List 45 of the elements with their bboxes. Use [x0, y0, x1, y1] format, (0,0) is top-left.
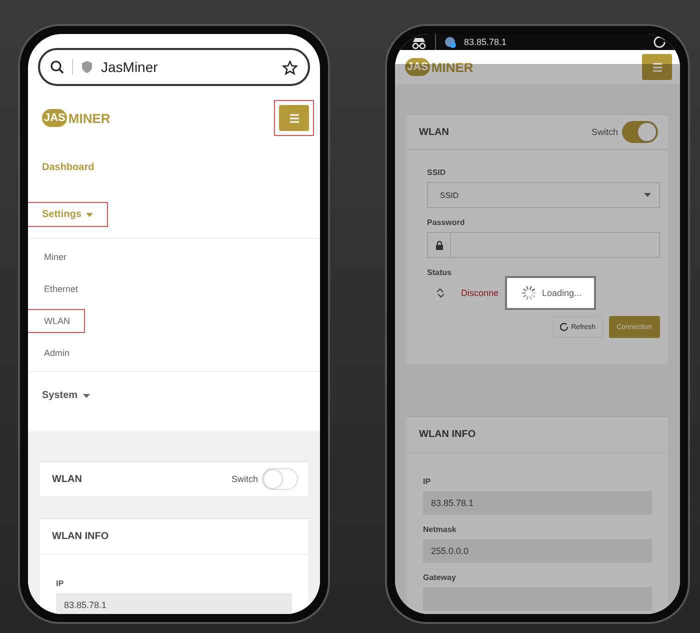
switch-label: Switch [591, 127, 618, 137]
search-icon [50, 60, 64, 74]
field-label: Status [427, 268, 452, 277]
menu-button[interactable] [279, 105, 309, 131]
password-field[interactable] [427, 232, 660, 258]
lock-icon [436, 240, 442, 250]
submenu-item[interactable]: WLAN [28, 310, 84, 332]
reload-icon [653, 36, 666, 48]
caret-icon [82, 394, 90, 398]
nav-link[interactable]: System [28, 384, 104, 407]
incognito-icon [411, 36, 427, 48]
card-title: WLAN INFO [40, 519, 308, 555]
menu-icon [290, 114, 298, 122]
caret-icon [86, 212, 94, 216]
card-title: WLAN [419, 126, 449, 138]
readonly-field: 255.0.0.0 [423, 539, 652, 563]
refresh-icon [560, 322, 570, 332]
shield-icon [81, 60, 93, 74]
card-title: WLAN INFO [407, 417, 668, 453]
field-label: Gateway [423, 573, 457, 582]
menu-icon [652, 62, 662, 72]
readonly-field: 83.85.78.1 [56, 593, 292, 614]
caret-icon [644, 193, 651, 197]
status-text: Disconne [461, 288, 499, 298]
field-label: SSID [427, 168, 447, 177]
spinner-icon [521, 285, 537, 301]
logo: JAS MINER [405, 58, 474, 76]
switch-label: Switch [231, 474, 258, 484]
field-label: IP [56, 579, 65, 588]
field-label: Netmask [423, 525, 458, 534]
submenu-item[interactable]: Miner [28, 246, 71, 268]
card-title: WLAN [52, 474, 82, 484]
menu-button[interactable] [642, 54, 672, 80]
submenu-item[interactable]: Ethernet [28, 278, 82, 300]
field-label: Password [427, 218, 466, 227]
loading-text: Loading... [542, 288, 582, 298]
star-icon [282, 60, 298, 74]
address-bar[interactable]: JasMiner [38, 48, 310, 86]
toggle-switch[interactable] [622, 121, 658, 143]
logo: JAS MINER [42, 109, 110, 127]
field-label: IP [423, 477, 432, 486]
globe-icon [444, 36, 456, 48]
submenu-item[interactable]: Admin [28, 342, 74, 364]
readonly-field: 83.85.78.1 [423, 491, 652, 515]
ssid-dropdown[interactable]: SSID [427, 182, 660, 208]
